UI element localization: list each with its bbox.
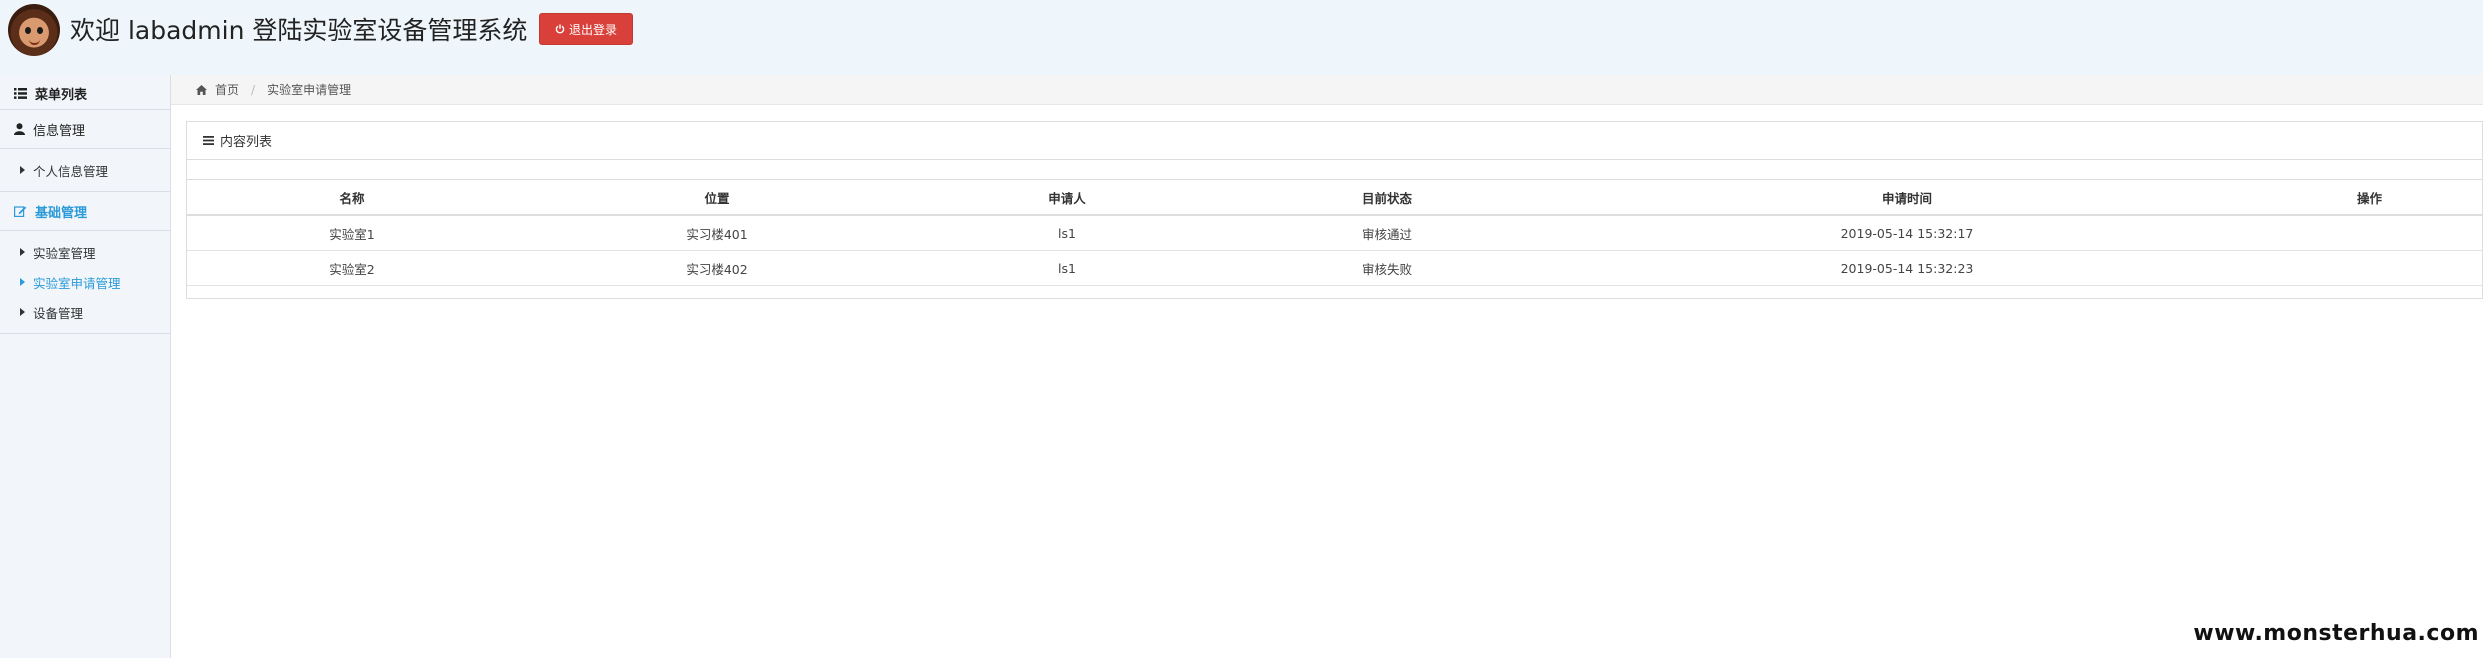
panel-spacer	[187, 160, 2482, 180]
table-row[interactable]: 实验室2 实习楼402 ls1 审核失败 2019-05-14 15:32:23	[187, 250, 2482, 286]
sidebar-group-basic[interactable]: 基础管理	[0, 192, 170, 231]
sidebar-item-personal-info[interactable]: 个人信息管理	[0, 155, 170, 185]
caret-right-icon	[20, 278, 25, 286]
sidebar-item-label: 实验室申请管理	[33, 275, 121, 291]
sidebar: 菜单列表 信息管理 个人信息管理 基础管理 实验室管理 实验室申请管理 设备管理	[0, 75, 171, 658]
cell-actions[interactable]	[2257, 250, 2482, 286]
page-title: 欢迎 labadmin 登陆实验室设备管理系统	[70, 16, 528, 45]
cell-location: 实习楼402	[517, 250, 917, 286]
column-header: 目前状态	[1217, 180, 1557, 216]
avatar-eye-left	[25, 27, 31, 34]
watermark: www.monsterhua.com	[2193, 621, 2479, 646]
table-header-row: 名称 位置 申请人 目前状态 申请时间 操作	[187, 180, 2482, 216]
breadcrumb-current: 实验室申请管理	[267, 83, 352, 97]
cell-name: 实验室2	[187, 250, 517, 286]
column-header: 操作	[2257, 180, 2482, 216]
sidebar-item-label: 设备管理	[33, 305, 84, 321]
cell-applicant: ls1	[917, 215, 1217, 251]
sidebar-sublist-info: 个人信息管理	[0, 149, 170, 192]
home-icon	[196, 84, 207, 95]
logout-label: 退出登录	[568, 22, 617, 37]
list-icon	[14, 87, 27, 99]
user-icon	[14, 123, 25, 135]
application-table: 名称 位置 申请人 目前状态 申请时间 操作 实验室1 实习楼401 ls1 审…	[187, 180, 2482, 286]
cell-time: 2019-05-14 15:32:17	[1557, 215, 2257, 251]
cell-status: 审核失败	[1217, 250, 1557, 286]
cell-time: 2019-05-14 15:32:23	[1557, 250, 2257, 286]
sidebar-item-lab-management[interactable]: 实验室管理	[0, 237, 170, 267]
avatar-mouth	[29, 38, 40, 45]
sidebar-sublist-basic: 实验室管理 实验室申请管理 设备管理	[0, 231, 170, 334]
caret-right-icon	[20, 166, 25, 174]
breadcrumb-separator: /	[251, 82, 256, 97]
edit-icon	[14, 206, 27, 217]
sidebar-item-label: 实验室管理	[33, 245, 96, 261]
logout-button[interactable]: 退出登录	[539, 13, 633, 45]
breadcrumb-home-link[interactable]: 首页	[215, 81, 239, 98]
panel-header: 内容列表	[187, 122, 2482, 160]
sidebar-group-label: 基础管理	[35, 205, 88, 221]
power-icon	[555, 24, 565, 34]
column-header: 名称	[187, 180, 517, 216]
column-header: 位置	[517, 180, 917, 216]
sidebar-item-device-management[interactable]: 设备管理	[0, 297, 170, 327]
panel-title: 内容列表	[220, 135, 273, 150]
sidebar-group-info[interactable]: 信息管理	[0, 110, 170, 149]
sidebar-heading-label: 菜单列表	[35, 87, 88, 103]
cell-status: 审核通过	[1217, 215, 1557, 251]
avatar-eye-right	[37, 27, 43, 34]
content-panel: 内容列表 名称 位置 申请人 目前状态 申请时间 操作 实验室1 实习楼401 …	[186, 121, 2483, 299]
cell-location: 实习楼401	[517, 215, 917, 251]
bars-icon	[203, 136, 214, 145]
cell-name: 实验室1	[187, 215, 517, 251]
caret-right-icon	[20, 248, 25, 256]
table-row[interactable]: 实验室1 实习楼401 ls1 审核通过 2019-05-14 15:32:17	[187, 215, 2482, 251]
breadcrumb: 首页 / 实验室申请管理	[171, 75, 2483, 105]
sidebar-item-lab-application[interactable]: 实验室申请管理	[0, 267, 170, 297]
avatar[interactable]	[8, 4, 60, 56]
cell-actions[interactable]	[2257, 215, 2482, 251]
caret-right-icon	[20, 308, 25, 316]
column-header: 申请人	[917, 180, 1217, 216]
sidebar-item-label: 个人信息管理	[33, 163, 109, 179]
column-header: 申请时间	[1557, 180, 2257, 216]
top-header: 欢迎 labadmin 登陆实验室设备管理系统 退出登录	[0, 0, 2483, 75]
cell-applicant: ls1	[917, 250, 1217, 286]
sidebar-group-label: 信息管理	[33, 123, 86, 139]
sidebar-heading: 菜单列表	[0, 77, 170, 110]
